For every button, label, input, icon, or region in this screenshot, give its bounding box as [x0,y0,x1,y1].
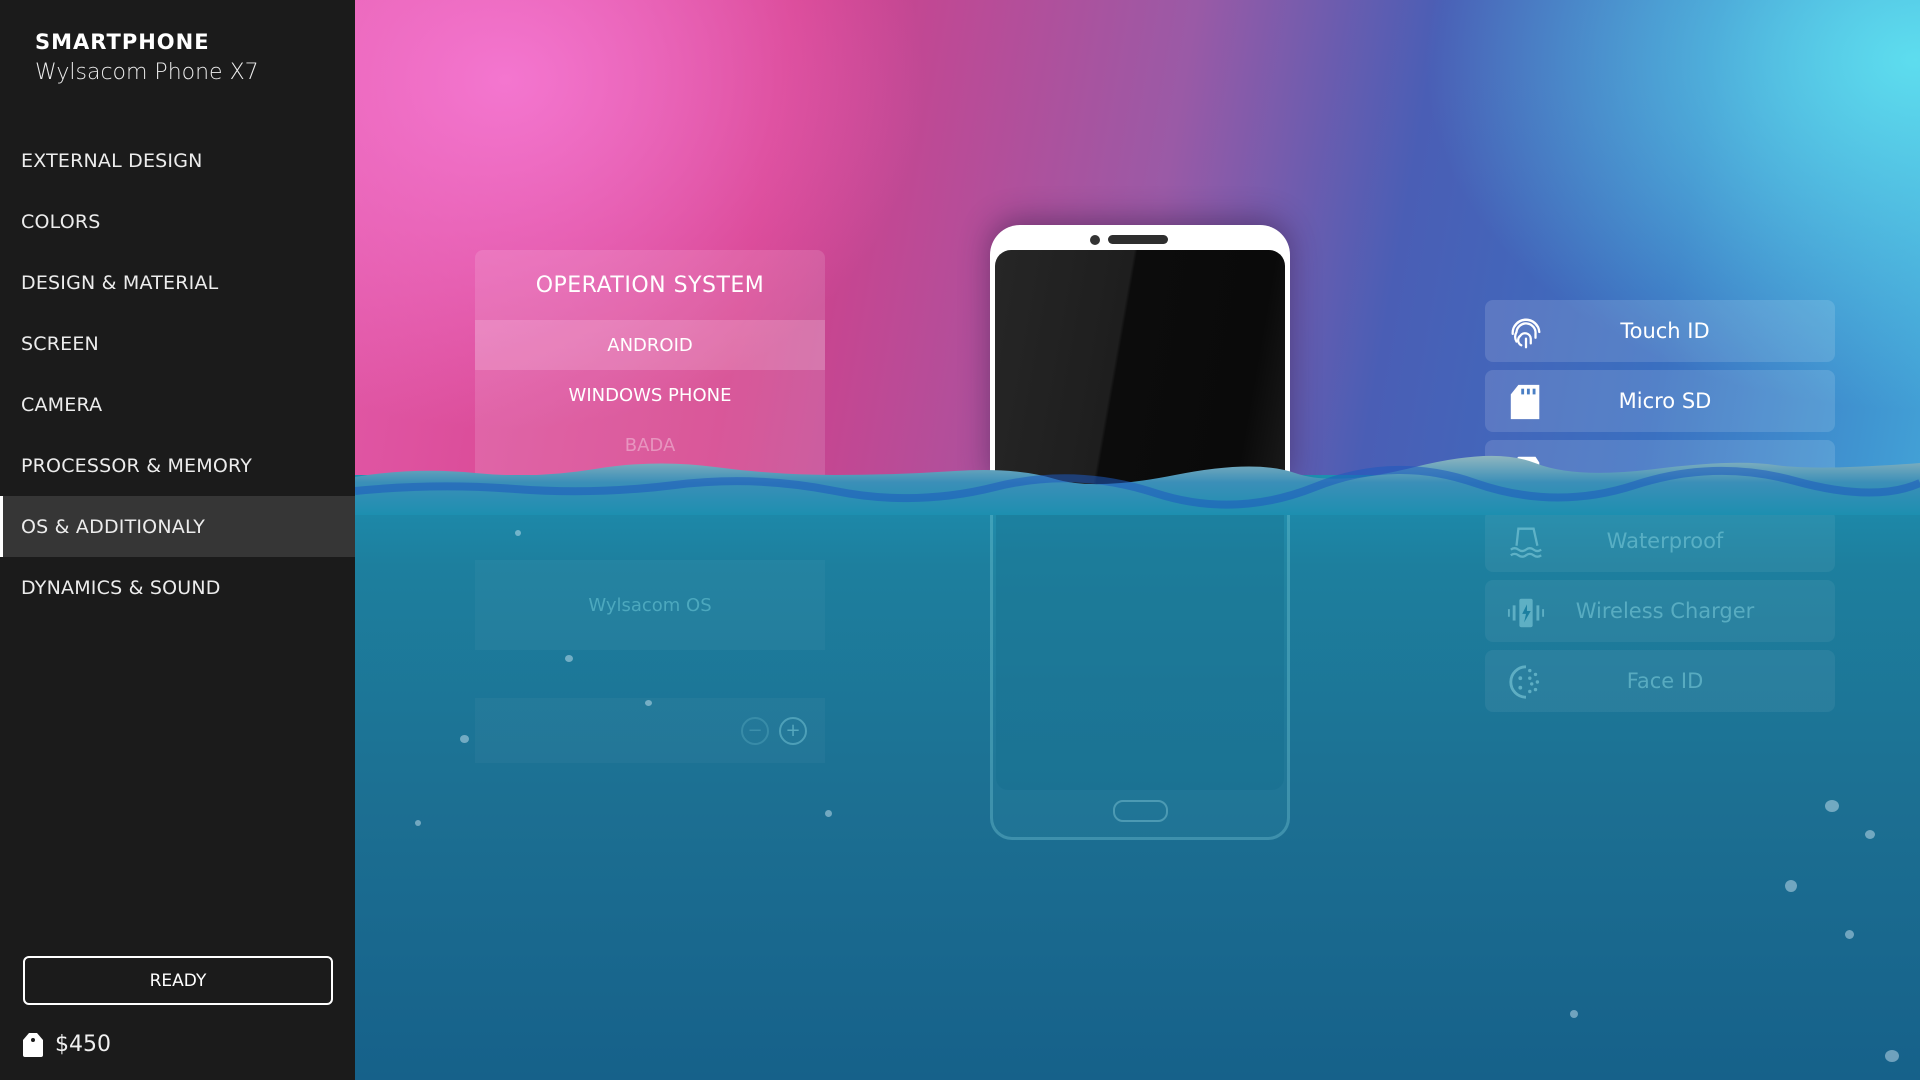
bubble [1570,1010,1578,1018]
price-value: $450 [55,1032,111,1057]
price-display: $450 [23,1032,111,1057]
nav-item-dynamics-sound[interactable]: DYNAMICS & SOUND [0,557,355,618]
sd-card-icon [1510,384,1540,420]
config-nav: EXTERNAL DESIGN COLORS DESIGN & MATERIAL… [0,130,355,618]
feature-micro-sd[interactable]: Micro SD [1485,370,1835,432]
product-name: Wylsacom Phone X7 [35,60,259,85]
os-option-windows-phone[interactable]: WINDOWS PHONE [475,370,825,420]
bubble [1885,1050,1899,1062]
minus-icon[interactable]: − [741,716,769,745]
feature-touch-id[interactable]: Touch ID [1485,300,1835,362]
nav-item-camera[interactable]: CAMERA [0,374,355,435]
nav-item-design-material[interactable]: DESIGN & MATERIAL [0,252,355,313]
phone-submerged-screen [996,495,1284,790]
feature-wireless-charger[interactable]: Wireless Charger [1485,580,1835,642]
bubble [825,810,832,817]
bubble [460,735,469,743]
front-camera-icon [1090,235,1100,245]
speaker-grille [1108,235,1168,244]
bubble [1825,800,1839,812]
feature-face-id[interactable]: Face ID [1485,650,1835,712]
bubble [1865,830,1875,839]
phone-preview [990,225,1290,485]
phone-submerged-body [990,495,1290,840]
home-button-icon [1113,800,1168,822]
plus-icon[interactable]: + [779,716,807,745]
os-option-wylsacom-os[interactable]: Wylsacom OS [475,560,825,650]
os-option-android[interactable]: ANDROID [475,320,825,370]
water-surface [355,455,1920,515]
nav-item-os-additionaly[interactable]: OS & ADDITIONALY [0,496,355,557]
bubble [1845,930,1854,939]
nav-item-external-design[interactable]: EXTERNAL DESIGN [0,130,355,191]
product-category: SMARTPHONE [35,30,210,54]
os-panel-title: OPERATION SYSTEM [535,272,765,298]
bubble [415,820,421,826]
preview-stage: OPERATION SYSTEM ANDROID WINDOWS PHONE B… [355,0,1920,1080]
waterproof-icon [1510,527,1542,558]
os-panel: OPERATION SYSTEM ANDROID WINDOWS PHONE B… [475,250,825,480]
price-tag-icon [23,1032,43,1057]
phone-screen [995,250,1285,485]
nav-item-screen[interactable]: SCREEN [0,313,355,374]
bubble [1785,880,1797,892]
bubble [565,655,573,662]
sidebar: SMARTPHONE Wylsacom Phone X7 EXTERNAL DE… [0,0,355,1080]
feature-waterproof[interactable]: Waterproof [1485,510,1835,572]
brand: SMARTPHONE Wylsacom Phone X7 [35,30,259,85]
fingerprint-icon [1511,318,1541,349]
face-id-icon [1509,665,1540,699]
submerged-stepper-row: − + [475,698,825,763]
nav-item-colors[interactable]: COLORS [0,191,355,252]
nav-item-processor-memory[interactable]: PROCESSOR & MEMORY [0,435,355,496]
bubble [645,700,652,706]
bubble [515,530,521,536]
wireless-charger-icon [1507,598,1545,628]
ready-button[interactable]: READY [23,956,333,1005]
